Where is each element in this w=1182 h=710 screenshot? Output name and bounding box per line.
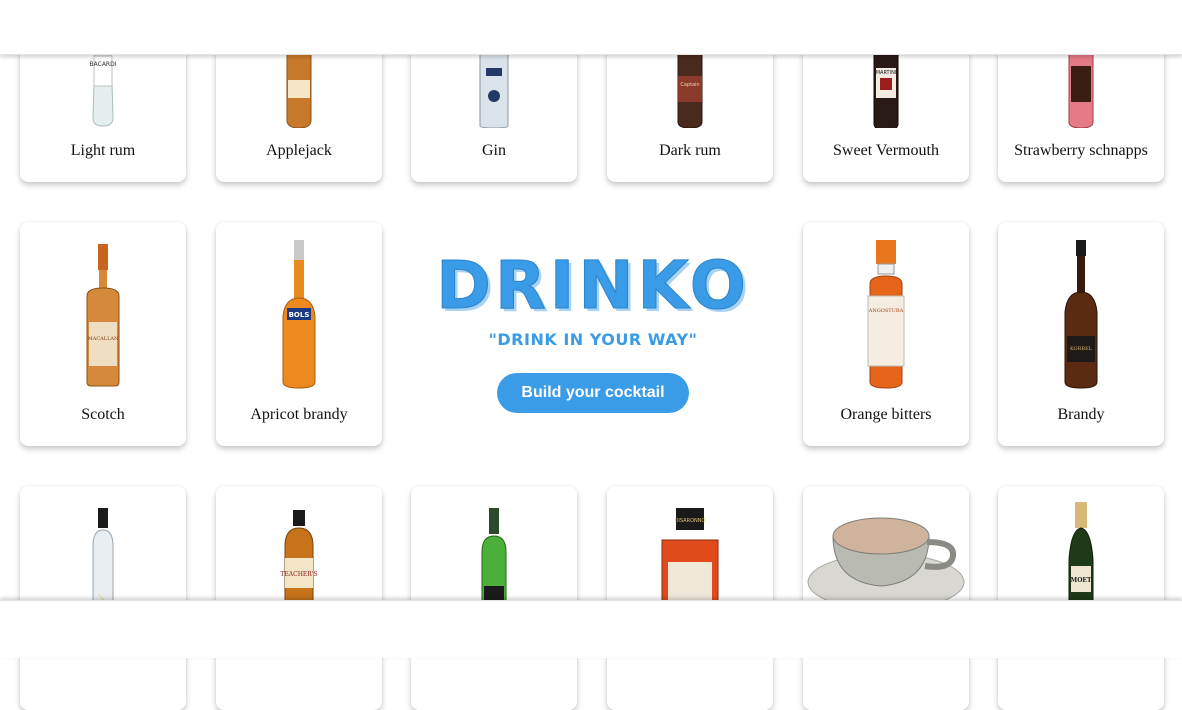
- svg-text:BACARDI: BACARDI: [90, 61, 117, 68]
- ingredient-card-tea[interactable]: [803, 486, 969, 710]
- top-bar: [0, 0, 1182, 55]
- ingredient-card-brandy[interactable]: KORBEL Brandy: [998, 222, 1164, 446]
- ingredient-card-champagne[interactable]: MOET: [998, 486, 1164, 710]
- ingredient-name: Brandy: [1057, 406, 1105, 423]
- svg-text:Captain: Captain: [680, 82, 699, 88]
- ingredient-name: Applejack: [266, 142, 332, 159]
- tagline: "DRINK IN YOUR WAY": [488, 330, 698, 349]
- svg-text:MACALLAN: MACALLAN: [88, 336, 119, 342]
- ingredient-card-green-vermouth[interactable]: [411, 486, 577, 710]
- ingredient-name: Scotch: [81, 406, 125, 423]
- svg-text:MOET: MOET: [1071, 577, 1092, 584]
- ingredient-card-amaretto[interactable]: DISARONNO: [607, 486, 773, 710]
- svg-text:ANGOSTURA: ANGOSTURA: [868, 308, 904, 314]
- build-cocktail-button[interactable]: Build your cocktail: [497, 373, 689, 413]
- svg-text:BOLS: BOLS: [289, 311, 310, 319]
- ingredient-card-apricot-brandy[interactable]: BOLS Apricot brandy: [216, 222, 382, 446]
- ingredient-name: Apricot brandy: [250, 406, 348, 423]
- ingredient-card-orange-bitters[interactable]: ANGOSTURA Orange bitters: [803, 222, 969, 446]
- brandy-bottle-icon: KORBEL: [998, 232, 1164, 392]
- scotch-bottle-icon: MACALLAN: [20, 232, 186, 392]
- ingredient-card-vodka[interactable]: [20, 486, 186, 710]
- drinko-logo: DRINKO: [436, 247, 750, 325]
- ingredient-name: Orange bitters: [840, 406, 932, 423]
- ingredient-name: Light rum: [70, 142, 136, 159]
- svg-text:MARTINI: MARTINI: [876, 70, 897, 76]
- orange-bitters-bottle-icon: ANGOSTURA: [803, 232, 969, 392]
- svg-text:KORBEL: KORBEL: [1070, 346, 1093, 352]
- apricot-brandy-bottle-icon: BOLS: [216, 232, 382, 392]
- bottom-bar: [0, 600, 1182, 658]
- ingredient-name: Strawberry schnapps: [1014, 142, 1148, 159]
- svg-text:DISARONNO: DISARONNO: [675, 518, 706, 524]
- ingredient-name: Gin: [482, 142, 506, 159]
- ingredient-name: Dark rum: [659, 142, 721, 159]
- ingredient-name: Sweet Vermouth: [833, 142, 939, 159]
- ingredient-card-whisky[interactable]: TEACHER'S: [216, 486, 382, 710]
- ingredient-card-scotch[interactable]: MACALLAN Scotch: [20, 222, 186, 446]
- svg-text:TEACHER'S: TEACHER'S: [280, 571, 317, 578]
- hero: DRINKO "DRINK IN YOUR WAY" Build your co…: [420, 240, 766, 440]
